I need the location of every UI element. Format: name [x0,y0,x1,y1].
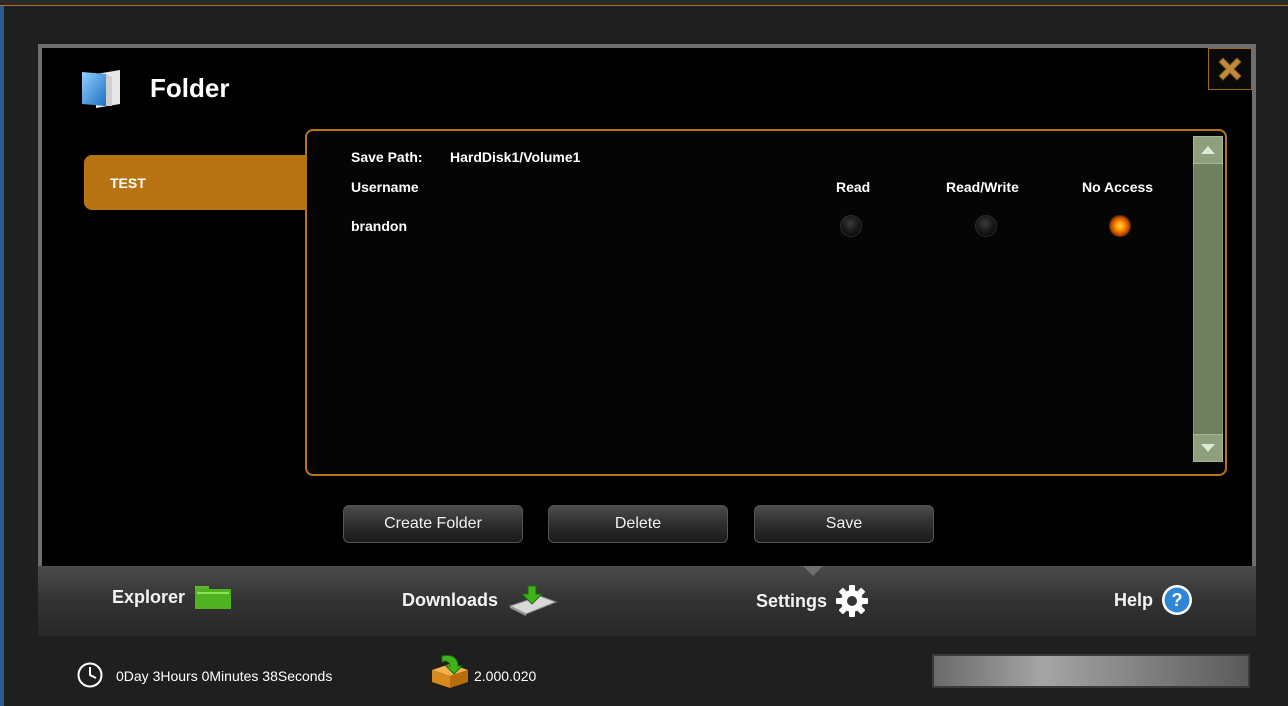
read-column-header: Read [836,179,871,195]
no-access-column-header: No Access [1082,179,1154,195]
nav-settings-label: Settings [756,590,828,611]
scroll-up-button[interactable] [1193,136,1223,164]
chevron-down-icon [1201,444,1215,452]
uptime-text: 0Day 3Hours 0Minutes 38Seconds [116,668,333,684]
read-write-column-header: Read/Write [946,179,1019,195]
scrollbar-thumb[interactable] [1194,164,1222,434]
nav-settings[interactable]: Settings [756,584,869,618]
read-write-radio[interactable] [975,215,997,237]
scroll-down-button[interactable] [1193,434,1223,462]
save-path-label: Save Path: [351,149,423,165]
active-tab-marker [803,566,823,576]
save-button[interactable]: Save [754,505,934,543]
download-count-text: 2.000.020 [474,668,537,684]
folder-icon [195,586,232,609]
save-path-value: HardDisk1/Volume1 [450,149,581,165]
nav-help[interactable]: Help ? [1114,584,1193,616]
folder-tab-test[interactable]: TEST [84,155,308,210]
package-download-icon [432,655,468,688]
chevron-up-icon [1201,146,1215,154]
svg-text:?: ? [1172,590,1183,610]
nav-help-label: Help [1114,589,1154,610]
gear-icon [836,585,869,617]
read-radio[interactable] [840,215,862,237]
create-folder-button[interactable]: Create Folder [343,505,523,543]
user-name: brandon [351,218,407,234]
nav-explorer[interactable]: Explorer [112,584,233,610]
close-icon [1218,57,1242,81]
delete-button[interactable]: Delete [548,505,728,543]
no-access-radio[interactable] [1109,215,1131,237]
window-left-edge [0,6,4,706]
page-title: Folder [150,73,230,103]
folder-icon [82,70,120,108]
nav-downloads-label: Downloads [402,589,499,610]
close-button[interactable] [1208,48,1252,90]
username-column-header: Username [351,179,419,195]
help-icon: ? [1162,585,1193,615]
nav-explorer-label: Explorer [112,586,186,607]
status-progress-bar [932,654,1250,688]
nav-downloads[interactable]: Downloads [402,584,558,616]
clock-icon [77,662,103,688]
window-top-edge [0,0,1288,6]
download-icon [508,585,558,616]
